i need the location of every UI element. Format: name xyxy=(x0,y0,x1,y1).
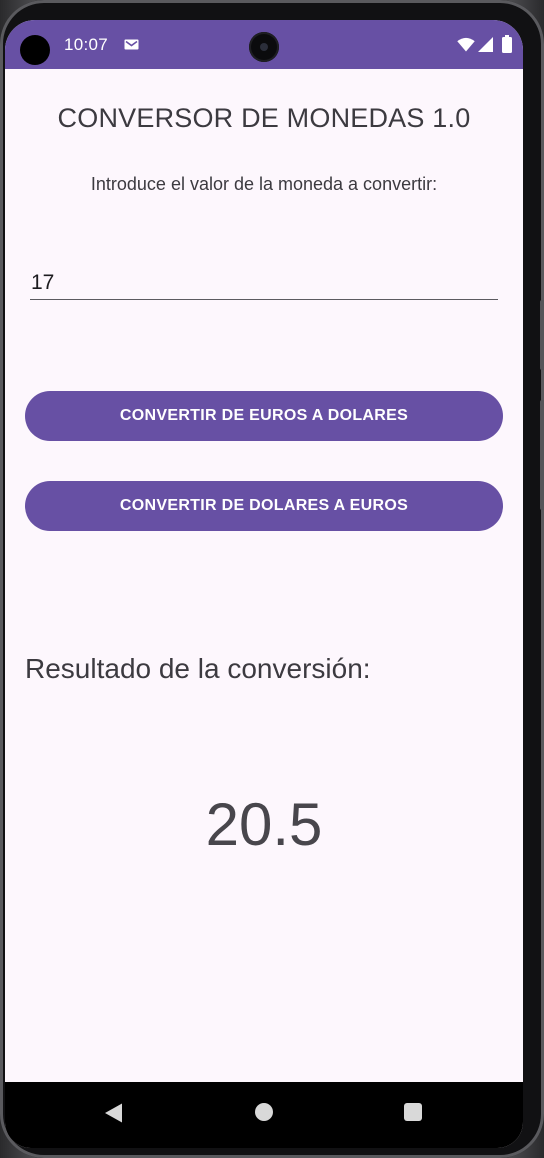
front-camera-dot xyxy=(20,35,50,65)
recents-square-icon[interactable] xyxy=(404,1103,422,1121)
mail-icon xyxy=(124,39,139,50)
app-title: CONVERSOR DE MONEDAS 1.0 xyxy=(57,103,471,133)
status-time: 10:07 xyxy=(64,35,109,54)
device-frame: 10:07 CONVERSOR DE MONEDAS 1.0 Introduce… xyxy=(0,0,544,1158)
wifi-icon xyxy=(457,37,475,52)
phone-screen: 10:07 CONVERSOR DE MONEDAS 1.0 Introduce… xyxy=(5,20,523,1148)
status-bar: 10:07 xyxy=(5,20,523,69)
volume-button xyxy=(540,400,544,510)
camera-punch-hole xyxy=(249,32,279,62)
back-triangle-icon[interactable] xyxy=(103,1102,125,1124)
instruction-text: Introduce el valor de la moneda a conver… xyxy=(90,174,438,194)
amount-input[interactable] xyxy=(30,266,498,300)
result-value: 20.5 xyxy=(205,791,323,858)
battery-icon xyxy=(502,35,512,53)
result-label: Resultado de la conversión: xyxy=(25,653,371,684)
convert-euros-to-dollars-button[interactable]: CONVERTIR DE EUROS A DOLARES xyxy=(25,391,503,441)
power-button xyxy=(540,300,544,370)
convert-dollars-to-euros-button[interactable]: CONVERTIR DE DOLARES A EUROS xyxy=(25,481,503,531)
signal-icon xyxy=(478,37,493,52)
home-circle-icon[interactable] xyxy=(255,1103,273,1121)
